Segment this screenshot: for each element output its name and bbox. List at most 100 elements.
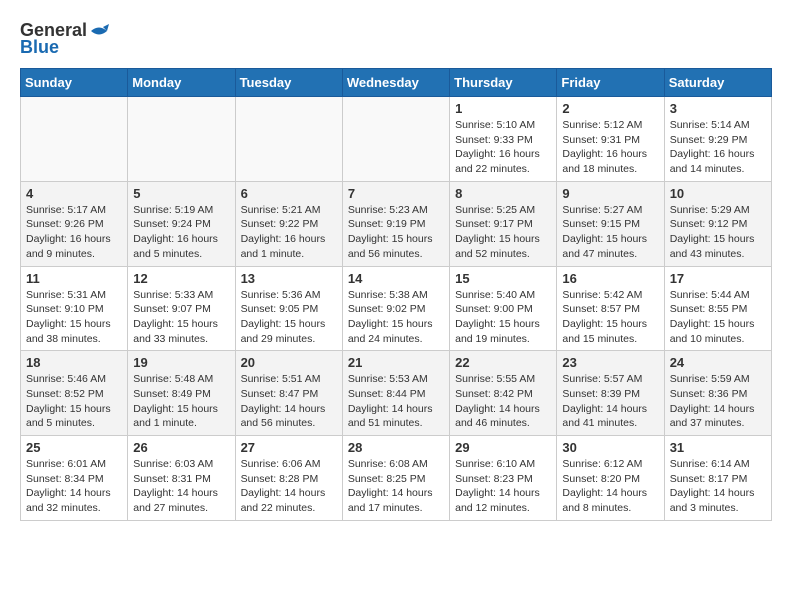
day-number: 9 bbox=[562, 186, 658, 201]
day-info: Sunrise: 6:06 AM Sunset: 8:28 PM Dayligh… bbox=[241, 457, 337, 516]
calendar-cell: 26 Sunrise: 6:03 AM Sunset: 8:31 PM Dayli… bbox=[128, 436, 235, 521]
day-info: Sunrise: 5:25 AM Sunset: 9:17 PM Dayligh… bbox=[455, 203, 551, 262]
day-info: Sunrise: 5:33 AM Sunset: 9:07 PM Dayligh… bbox=[133, 288, 229, 347]
weekday-header-monday: Monday bbox=[128, 69, 235, 97]
day-info: Sunrise: 5:31 AM Sunset: 9:10 PM Dayligh… bbox=[26, 288, 122, 347]
calendar-cell: 30Sunrise: 6:12 AM Sunset: 8:20 PM Dayli… bbox=[557, 436, 664, 521]
day-number: 26 bbox=[133, 440, 229, 455]
calendar-cell: 18 Sunrise: 5:46 AM Sunset: 8:52 PM Dayli… bbox=[21, 351, 128, 436]
calendar-cell: 2 Sunrise: 5:12 AM Sunset: 9:31 PM Daylig… bbox=[557, 97, 664, 182]
day-info: Sunrise: 6:08 AM Sunset: 8:25 PM Dayligh… bbox=[348, 457, 444, 516]
calendar-cell: 10Sunrise: 5:29 AM Sunset: 9:12 PM Dayli… bbox=[664, 181, 771, 266]
day-number: 2 bbox=[562, 101, 658, 116]
week-row-4: 18 Sunrise: 5:46 AM Sunset: 8:52 PM Dayli… bbox=[21, 351, 772, 436]
day-info: Sunrise: 5:27 AM Sunset: 9:15 PM Dayligh… bbox=[562, 203, 658, 262]
day-number: 23 bbox=[562, 355, 658, 370]
calendar-cell: 1 Sunrise: 5:10 AM Sunset: 9:33 PM Daylig… bbox=[450, 97, 557, 182]
day-number: 24 bbox=[670, 355, 766, 370]
calendar-cell: 3 Sunrise: 5:14 AM Sunset: 9:29 PM Daylig… bbox=[664, 97, 771, 182]
day-info: Sunrise: 5:12 AM Sunset: 9:31 PM Dayligh… bbox=[562, 118, 658, 177]
day-number: 5 bbox=[133, 186, 229, 201]
calendar-cell: 16 Sunrise: 5:42 AM Sunset: 8:57 PM Dayli… bbox=[557, 266, 664, 351]
logo-text-blue: Blue bbox=[20, 37, 59, 58]
weekday-header-tuesday: Tuesday bbox=[235, 69, 342, 97]
weekday-header-saturday: Saturday bbox=[664, 69, 771, 97]
day-number: 27 bbox=[241, 440, 337, 455]
day-info: Sunrise: 5:19 AM Sunset: 9:24 PM Dayligh… bbox=[133, 203, 229, 262]
calendar-cell: 8Sunrise: 5:25 AM Sunset: 9:17 PM Daylig… bbox=[450, 181, 557, 266]
calendar-cell bbox=[21, 97, 128, 182]
week-row-2: 4 Sunrise: 5:17 AM Sunset: 9:26 PM Daylig… bbox=[21, 181, 772, 266]
day-number: 22 bbox=[455, 355, 551, 370]
day-number: 6 bbox=[241, 186, 337, 201]
calendar-cell: 15 Sunrise: 5:40 AM Sunset: 9:00 PM Dayli… bbox=[450, 266, 557, 351]
day-info: Sunrise: 5:14 AM Sunset: 9:29 PM Dayligh… bbox=[670, 118, 766, 177]
day-info: Sunrise: 6:03 AM Sunset: 8:31 PM Dayligh… bbox=[133, 457, 229, 516]
calendar-cell: 9 Sunrise: 5:27 AM Sunset: 9:15 PM Daylig… bbox=[557, 181, 664, 266]
day-number: 25 bbox=[26, 440, 122, 455]
calendar-cell: 7Sunrise: 5:23 AM Sunset: 9:19 PM Daylig… bbox=[342, 181, 449, 266]
calendar-cell: 25 Sunrise: 6:01 AM Sunset: 8:34 PM Dayli… bbox=[21, 436, 128, 521]
day-number: 17 bbox=[670, 271, 766, 286]
day-info: Sunrise: 6:01 AM Sunset: 8:34 PM Dayligh… bbox=[26, 457, 122, 516]
calendar-cell: 14 Sunrise: 5:38 AM Sunset: 9:02 PM Dayli… bbox=[342, 266, 449, 351]
calendar-cell: 22 Sunrise: 5:55 AM Sunset: 8:42 PM Dayli… bbox=[450, 351, 557, 436]
day-info: Sunrise: 5:42 AM Sunset: 8:57 PM Dayligh… bbox=[562, 288, 658, 347]
day-number: 18 bbox=[26, 355, 122, 370]
calendar-cell: 21Sunrise: 5:53 AM Sunset: 8:44 PM Dayli… bbox=[342, 351, 449, 436]
logo-swoosh-icon bbox=[89, 21, 109, 41]
day-number: 15 bbox=[455, 271, 551, 286]
day-info: Sunrise: 5:44 AM Sunset: 8:55 PM Dayligh… bbox=[670, 288, 766, 347]
day-info: Sunrise: 6:14 AM Sunset: 8:17 PM Dayligh… bbox=[670, 457, 766, 516]
day-number: 1 bbox=[455, 101, 551, 116]
day-info: Sunrise: 6:12 AM Sunset: 8:20 PM Dayligh… bbox=[562, 457, 658, 516]
day-info: Sunrise: 5:21 AM Sunset: 9:22 PM Dayligh… bbox=[241, 203, 337, 262]
day-info: Sunrise: 5:46 AM Sunset: 8:52 PM Dayligh… bbox=[26, 372, 122, 431]
logo: General Blue bbox=[20, 20, 109, 58]
day-info: Sunrise: 5:29 AM Sunset: 9:12 PM Dayligh… bbox=[670, 203, 766, 262]
day-number: 21 bbox=[348, 355, 444, 370]
day-info: Sunrise: 5:48 AM Sunset: 8:49 PM Dayligh… bbox=[133, 372, 229, 431]
week-row-3: 11 Sunrise: 5:31 AM Sunset: 9:10 PM Dayli… bbox=[21, 266, 772, 351]
day-info: Sunrise: 5:38 AM Sunset: 9:02 PM Dayligh… bbox=[348, 288, 444, 347]
day-number: 16 bbox=[562, 271, 658, 286]
calendar-cell bbox=[235, 97, 342, 182]
calendar-table: SundayMondayTuesdayWednesdayThursdayFrid… bbox=[20, 68, 772, 521]
day-info: Sunrise: 5:10 AM Sunset: 9:33 PM Dayligh… bbox=[455, 118, 551, 177]
calendar-cell: 24 Sunrise: 5:59 AM Sunset: 8:36 PM Dayli… bbox=[664, 351, 771, 436]
day-number: 12 bbox=[133, 271, 229, 286]
day-info: Sunrise: 5:40 AM Sunset: 9:00 PM Dayligh… bbox=[455, 288, 551, 347]
day-number: 11 bbox=[26, 271, 122, 286]
calendar-cell: 19 Sunrise: 5:48 AM Sunset: 8:49 PM Dayli… bbox=[128, 351, 235, 436]
calendar-cell: 5 Sunrise: 5:19 AM Sunset: 9:24 PM Daylig… bbox=[128, 181, 235, 266]
weekday-header-row: SundayMondayTuesdayWednesdayThursdayFrid… bbox=[21, 69, 772, 97]
day-number: 20 bbox=[241, 355, 337, 370]
week-row-1: 1 Sunrise: 5:10 AM Sunset: 9:33 PM Daylig… bbox=[21, 97, 772, 182]
day-info: Sunrise: 6:10 AM Sunset: 8:23 PM Dayligh… bbox=[455, 457, 551, 516]
day-number: 13 bbox=[241, 271, 337, 286]
day-number: 7 bbox=[348, 186, 444, 201]
week-row-5: 25 Sunrise: 6:01 AM Sunset: 8:34 PM Dayli… bbox=[21, 436, 772, 521]
calendar-cell: 13 Sunrise: 5:36 AM Sunset: 9:05 PM Dayli… bbox=[235, 266, 342, 351]
day-number: 14 bbox=[348, 271, 444, 286]
day-info: Sunrise: 5:59 AM Sunset: 8:36 PM Dayligh… bbox=[670, 372, 766, 431]
weekday-header-friday: Friday bbox=[557, 69, 664, 97]
weekday-header-thursday: Thursday bbox=[450, 69, 557, 97]
day-number: 4 bbox=[26, 186, 122, 201]
day-number: 3 bbox=[670, 101, 766, 116]
calendar-cell bbox=[342, 97, 449, 182]
calendar-cell: 27 Sunrise: 6:06 AM Sunset: 8:28 PM Dayli… bbox=[235, 436, 342, 521]
weekday-header-wednesday: Wednesday bbox=[342, 69, 449, 97]
day-info: Sunrise: 5:57 AM Sunset: 8:39 PM Dayligh… bbox=[562, 372, 658, 431]
day-info: Sunrise: 5:55 AM Sunset: 8:42 PM Dayligh… bbox=[455, 372, 551, 431]
calendar-cell: 29Sunrise: 6:10 AM Sunset: 8:23 PM Dayli… bbox=[450, 436, 557, 521]
day-number: 19 bbox=[133, 355, 229, 370]
day-number: 31 bbox=[670, 440, 766, 455]
day-info: Sunrise: 5:17 AM Sunset: 9:26 PM Dayligh… bbox=[26, 203, 122, 262]
calendar-cell: 20Sunrise: 5:51 AM Sunset: 8:47 PM Dayli… bbox=[235, 351, 342, 436]
calendar-cell: 17 Sunrise: 5:44 AM Sunset: 8:55 PM Dayli… bbox=[664, 266, 771, 351]
day-number: 28 bbox=[348, 440, 444, 455]
page-header: General Blue bbox=[20, 20, 772, 58]
day-info: Sunrise: 5:36 AM Sunset: 9:05 PM Dayligh… bbox=[241, 288, 337, 347]
calendar-cell: 4 Sunrise: 5:17 AM Sunset: 9:26 PM Daylig… bbox=[21, 181, 128, 266]
